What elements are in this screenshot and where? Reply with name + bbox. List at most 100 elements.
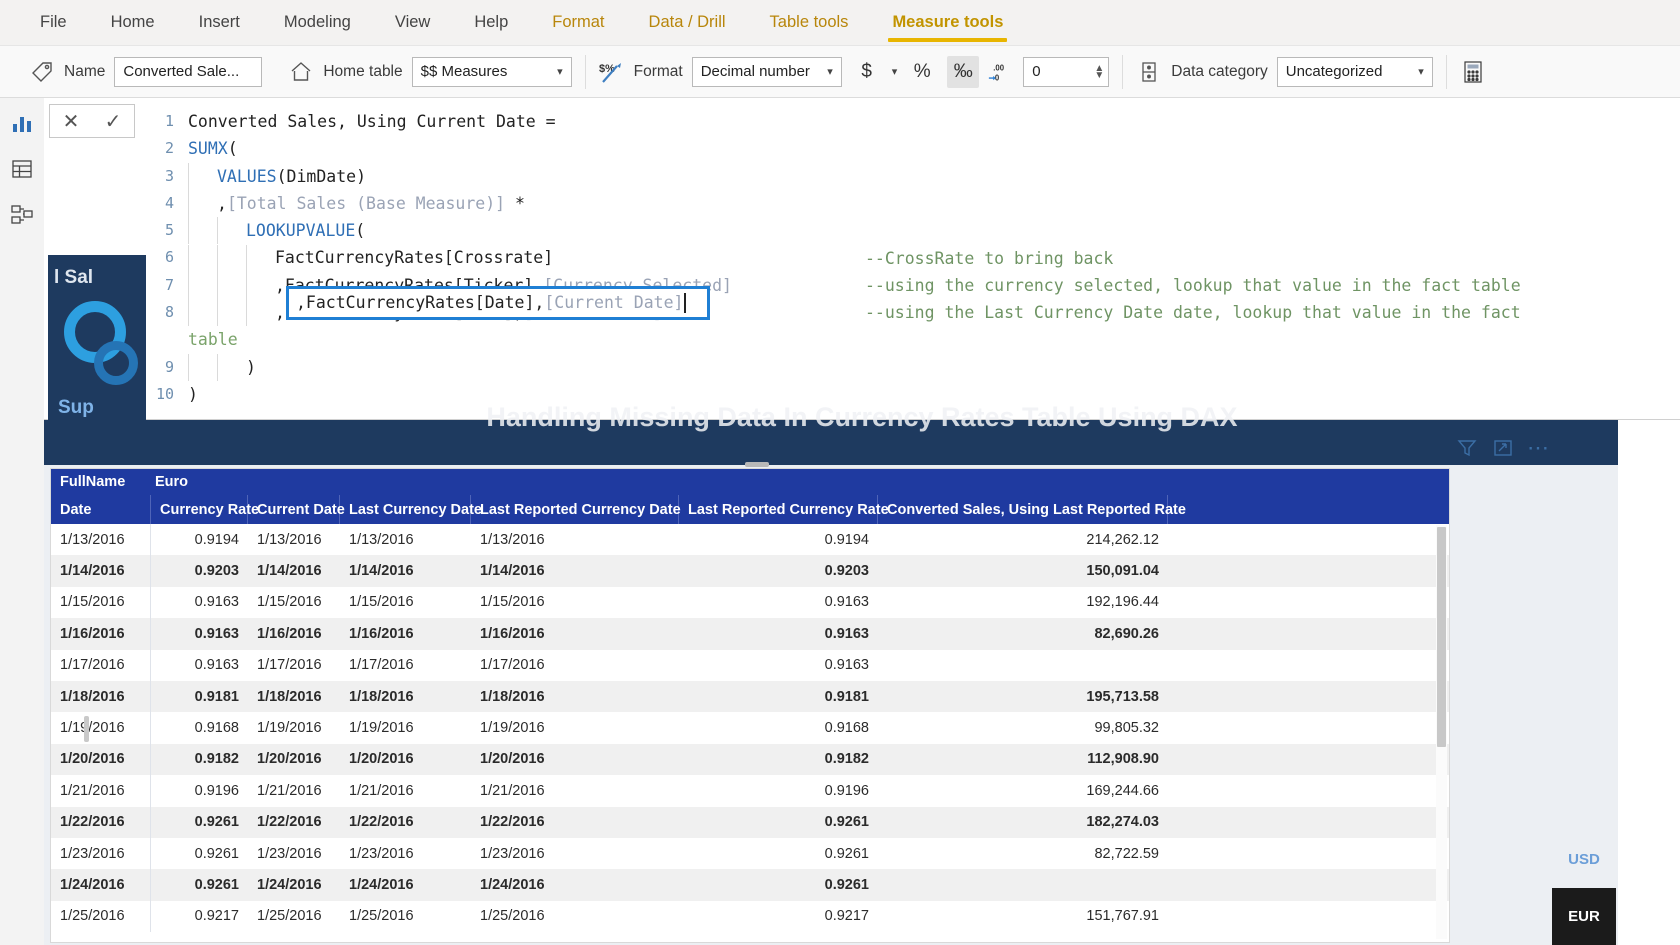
table-row[interactable]: 1/24/2016 0.9261 1/24/2016 1/24/2016 1/24/20… xyxy=(51,869,1449,901)
currency-dropdown-chevron-icon[interactable]: ▾ xyxy=(892,65,898,78)
table-row[interactable]: 1/15/2016 0.9163 1/15/2016 1/15/2016 1/15/20… xyxy=(51,586,1449,619)
thousands-separator-button[interactable]: ‰ xyxy=(947,55,980,88)
table-column-header[interactable]: Last Reported Currency Rate xyxy=(679,495,889,524)
table-row[interactable]: 1/16/2016 0.9163 1/16/2016 1/16/2016 1/16/20… xyxy=(51,618,1449,650)
ribbon-tab-insert[interactable]: Insert xyxy=(177,0,262,46)
table-cell: 1/24/2016 xyxy=(51,869,151,901)
line-number: 3 xyxy=(164,166,174,185)
table-cell: 0.9261 xyxy=(824,814,869,831)
table-body: 1/13/2016 0.9194 1/13/2016 1/13/2016 1/13/20… xyxy=(51,524,1449,942)
data-view-icon[interactable] xyxy=(9,156,35,182)
report-title: Handling Missing Data In Currency Rates … xyxy=(486,402,1238,432)
dax-comment: --using the Last Currency Date date, loo… xyxy=(865,303,1521,323)
table-row[interactable]: 1/20/2016 0.9182 1/20/2016 1/20/2016 1/20/20… xyxy=(51,743,1449,776)
code-token: FactCurrencyRates[Crossrate] xyxy=(275,248,554,268)
line-text: VALUES(DimDate) xyxy=(217,163,366,190)
table-row[interactable]: 1/17/2016 0.9163 1/17/2016 1/17/2016 1/17/20… xyxy=(51,649,1449,681)
dax-comment: --using the currency selected, lookup th… xyxy=(865,275,1521,295)
table-column-header[interactable]: Currency Rate xyxy=(151,495,259,524)
model-view-icon[interactable] xyxy=(9,202,35,228)
highlighted-dax-line[interactable]: ,FactCurrencyRates[Date], [Current Date] xyxy=(286,286,710,320)
table-column-header[interactable]: Last Currency Date xyxy=(340,495,482,524)
indent-guide xyxy=(188,299,189,327)
ribbon-tab-help[interactable]: Help xyxy=(452,0,530,46)
table-cell: 0.9203 xyxy=(824,563,869,580)
table-cell: 1/21/2016 xyxy=(51,775,151,807)
ribbon-tab-table-tools[interactable]: Table tools xyxy=(748,0,871,46)
report-banner: Handling Missing Data In Currency Rates … xyxy=(44,255,1680,465)
ribbon-tab-modeling[interactable]: Modeling xyxy=(262,0,373,46)
ribbon-group-properties: Data category Uncategorized ▾ xyxy=(1123,52,1446,92)
measure-name-input[interactable]: Converted Sale... xyxy=(114,56,263,87)
table-row[interactable]: 1/22/2016 0.9261 1/22/2016 1/22/2016 1/22/20… xyxy=(51,806,1449,838)
table-row[interactable]: 1/25/2016 0.9217 1/25/2016 1/25/2016 1/25/20… xyxy=(51,900,1449,933)
table-row[interactable]: 1/23/2016 0.9261 1/23/2016 1/23/2016 1/23/20… xyxy=(51,837,1449,870)
table-cell: 1/16/2016 xyxy=(51,618,151,650)
table-cell: 1/17/2016 xyxy=(51,649,151,681)
table-cell: 99,805.32 xyxy=(1094,720,1159,737)
table-cell: 0.9181 xyxy=(824,688,869,705)
ribbon-tab-view[interactable]: View xyxy=(373,0,452,46)
canvas-left-drag-handle[interactable] xyxy=(84,716,89,742)
table-column-header[interactable]: Current Date xyxy=(248,495,345,524)
ribbon-tab-file[interactable]: File xyxy=(18,0,89,46)
table-column-header[interactable]: Converted Sales, Using Last Reported Rat… xyxy=(878,495,1186,524)
cancel-formula-button[interactable]: ✕ xyxy=(63,109,80,134)
ribbon-tab-data-drill[interactable]: Data / Drill xyxy=(627,0,748,46)
table-row[interactable]: 1/14/2016 0.9203 1/14/2016 1/14/2016 1/14/20… xyxy=(51,555,1449,587)
table-cell: 1/14/2016 xyxy=(349,563,414,580)
table-cell: 151,767.91 xyxy=(1086,908,1159,925)
ribbon-tab-home[interactable]: Home xyxy=(89,0,177,46)
table-row[interactable]: 1/13/2016 0.9194 1/13/2016 1/13/2016 1/13/20… xyxy=(51,524,1449,556)
currency-format-button[interactable]: $ xyxy=(851,56,883,88)
commit-formula-button[interactable]: ✓ xyxy=(105,109,122,134)
data-category-icon xyxy=(1136,59,1162,85)
table-cell: 0.9163 xyxy=(194,594,239,611)
table-column-header[interactable]: Date xyxy=(51,495,151,524)
visual-resize-grip[interactable] xyxy=(745,462,769,467)
dax-code-area[interactable]: 1 Converted Sales, Using Current Date = 2 S… xyxy=(140,98,1680,419)
table-row[interactable]: 1/18/2016 0.9181 1/18/2016 1/18/2016 1/18/20… xyxy=(51,680,1449,713)
home-table-select[interactable]: $$ Measures ▾ xyxy=(411,56,572,87)
format-select[interactable]: Decimal number ▾ xyxy=(691,56,842,87)
table-cell: 1/23/2016 xyxy=(51,837,151,870)
table-cell: 0.9163 xyxy=(194,657,239,674)
table-cell: 1/21/2016 xyxy=(480,782,545,799)
ribbon-tab-measure-tools[interactable]: Measure tools xyxy=(870,0,1025,46)
indent-guide xyxy=(217,217,218,245)
filter-icon[interactable] xyxy=(1453,436,1480,460)
table-cell: 1/17/2016 xyxy=(480,657,545,674)
decimal-places-stepper[interactable]: 0 ▲ ▼ xyxy=(1023,56,1110,87)
table-cell: 150,091.04 xyxy=(1086,563,1159,580)
table-vertical-scrollbar[interactable] xyxy=(1436,525,1447,939)
group-header-euro: Euro xyxy=(155,474,189,490)
ribbon-tab-format[interactable]: Format xyxy=(530,0,626,46)
indent-guide xyxy=(188,244,189,272)
report-canvas: Handling Missing Data In Currency Rates … xyxy=(44,255,1680,945)
table-row[interactable]: 1/19/2016 0.9168 1/19/2016 1/19/2016 1/19/20… xyxy=(51,712,1449,744)
more-options-icon[interactable]: ⋯ xyxy=(1525,435,1552,460)
focus-mode-icon[interactable] xyxy=(1489,436,1516,460)
table-cell: 1/21/2016 xyxy=(349,782,414,799)
table-cell: 0.9261 xyxy=(824,845,869,862)
stepper-arrows-icon[interactable]: ▲ ▼ xyxy=(1094,63,1104,80)
report-view-icon[interactable] xyxy=(9,110,35,136)
table-cell: 0.9182 xyxy=(194,751,239,768)
indent-guide xyxy=(217,244,218,272)
data-category-select[interactable]: Uncategorized ▾ xyxy=(1276,56,1433,87)
calculator-icon[interactable] xyxy=(1460,59,1486,85)
percent-format-button[interactable]: % xyxy=(906,56,938,88)
table-cell: 1/22/2016 xyxy=(349,814,414,831)
line-text: ,[Total Sales (Base Measure)] * xyxy=(217,190,525,217)
table-row[interactable]: 1/21/2016 0.9196 1/21/2016 1/21/2016 1/21/20… xyxy=(51,775,1449,807)
code-token: (DimDate) xyxy=(276,166,367,186)
scrollbar-thumb[interactable] xyxy=(1437,527,1446,747)
table-cell: 0.9261 xyxy=(194,845,239,862)
slicer-button-eur[interactable]: EUR xyxy=(1552,888,1616,945)
table-cell: 1/25/2016 xyxy=(51,900,151,933)
svg-text:.00: .00 xyxy=(993,63,1005,72)
slicer-button-usd[interactable]: USD xyxy=(1552,831,1616,888)
table-cell: 1/15/2016 xyxy=(349,594,414,611)
ribbon-group-home-table: Home table $$ Measures ▾ xyxy=(275,52,584,92)
table-column-header[interactable]: Last Reported Currency Date xyxy=(471,495,681,524)
